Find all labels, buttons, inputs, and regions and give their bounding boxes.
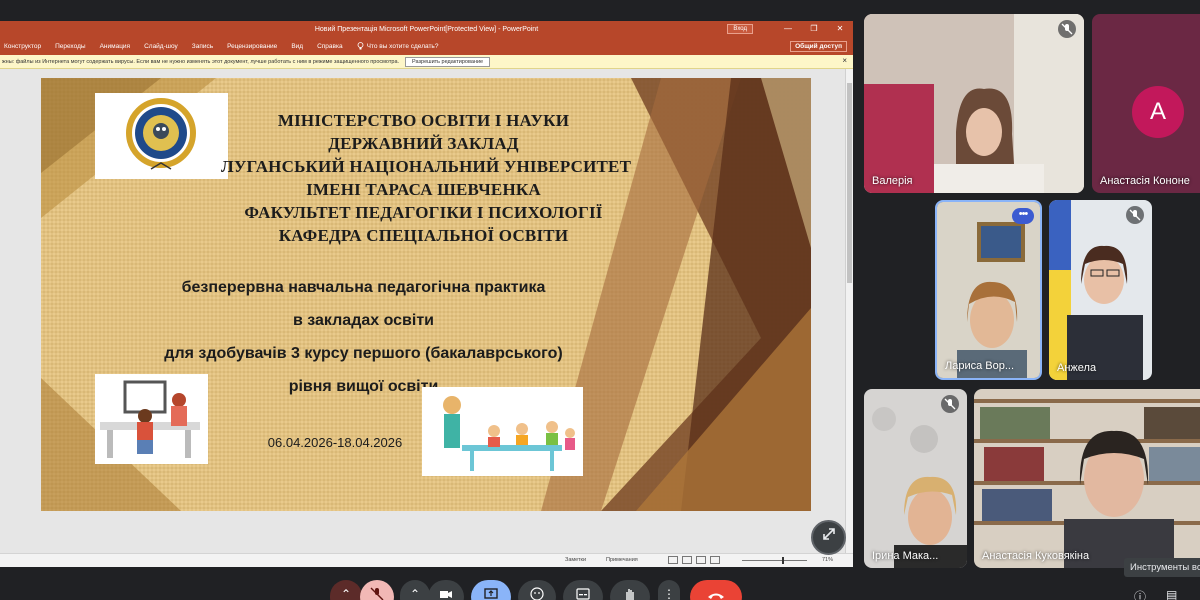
tools-tooltip: Инструменты вст xyxy=(1124,558,1200,577)
participant-name: Анжела xyxy=(1057,362,1097,374)
tab-view[interactable]: Вид xyxy=(291,43,303,50)
ppt-ribbon-tabs: Конструктор Переходы Анимация Слайд-шоу … xyxy=(0,37,853,55)
tab-design[interactable]: Конструктор xyxy=(4,43,41,50)
notes-button[interactable]: Заметки xyxy=(565,557,586,563)
participant-video xyxy=(864,389,967,568)
participant-tile[interactable]: Анжела xyxy=(1049,200,1152,380)
university-logo xyxy=(95,93,228,179)
heading-line: МІНІСТЕРСТВО ОСВІТИ І НАУКИ xyxy=(277,111,570,130)
tab-help[interactable]: Справка xyxy=(317,43,343,50)
participant-tile[interactable]: Валерія xyxy=(864,14,1084,193)
university-emblem-icon xyxy=(126,98,196,170)
minimize-icon[interactable]: — xyxy=(775,21,801,37)
window-controls: — ❐ ✕ xyxy=(775,21,853,37)
subtitle-line: для здобувачів 3 курсу першого (бакалавр… xyxy=(164,345,563,362)
restore-icon[interactable]: ❐ xyxy=(801,21,827,37)
heading-line: ІМЕНІ ТАРАСА ШЕВЧЕНКА xyxy=(306,180,541,199)
participant-tile[interactable]: Ірина Мака... xyxy=(864,389,967,568)
avatar: А xyxy=(1132,86,1184,138)
tab-record[interactable]: Запись xyxy=(192,43,213,50)
tab-review[interactable]: Рецензирование xyxy=(227,43,277,50)
students-illustration xyxy=(95,374,208,464)
meet-window: Новий Презентація Microsoft PowerPoint[P… xyxy=(0,0,1200,600)
tab-transitions[interactable]: Переходы xyxy=(55,43,86,50)
protected-view-message: жны: файлы из Интернета могут содержать … xyxy=(2,58,400,65)
participant-video xyxy=(974,389,1200,568)
participant-name: Анастасія Кононе xyxy=(1100,175,1190,187)
normal-view-icon[interactable] xyxy=(668,556,678,564)
more-options-button[interactable]: ⋮ xyxy=(658,580,680,600)
present-button[interactable] xyxy=(471,580,511,600)
comments-button[interactable]: Примечания xyxy=(606,557,638,563)
raise-hand-button[interactable] xyxy=(610,580,650,600)
hang-up-icon xyxy=(708,593,724,599)
kindergarten-image-icon xyxy=(443,396,575,471)
ppt-title: Новий Презентація Microsoft PowerPoint[P… xyxy=(314,25,539,33)
practice-dates: 06.04.2026-18.04.2026 xyxy=(267,435,403,450)
camera-icon xyxy=(440,591,452,598)
camera-button[interactable] xyxy=(428,580,464,600)
lightbulb-icon xyxy=(357,42,363,50)
emoji-button[interactable] xyxy=(518,580,556,600)
present-screen-icon xyxy=(484,588,498,599)
mic-off-icon xyxy=(370,587,384,600)
participant-name: Лариса Вор... xyxy=(945,360,1015,372)
mic-options-button[interactable]: ⌃ xyxy=(400,580,430,600)
ppt-titlebar: Новий Презентація Microsoft PowerPoint[P… xyxy=(0,21,853,37)
mic-off-icon xyxy=(1058,20,1076,38)
slide-heading: МІНІСТЕРСТВО ОСВІТИ І НАУКИ ДЕРЖАВНИЙ ЗА… xyxy=(221,109,632,247)
close-bar-icon[interactable]: × xyxy=(842,56,847,65)
info-icon[interactable]: ⓘ xyxy=(1134,588,1146,600)
tell-me-text: Что вы хотите сделать? xyxy=(366,42,439,50)
slide: МІНІСТЕРСТВО ОСВІТИ І НАУКИ ДЕРЖАВНИЙ ЗА… xyxy=(41,78,811,511)
mic-off-icon xyxy=(941,395,959,413)
expand-icon[interactable] xyxy=(811,520,846,555)
caret-up-button[interactable]: ⌃ xyxy=(330,580,362,600)
ppt-status-bar: Заметки Примечания 71% xyxy=(0,553,853,567)
heading-line: ДЕРЖАВНИЙ ЗАКЛАД xyxy=(328,134,519,153)
more-options-icon[interactable]: ••• xyxy=(1012,208,1034,224)
heading-line: КАФЕДРА СПЕЦІАЛЬНОЇ ОСВІТИ xyxy=(278,226,569,245)
captions-button[interactable] xyxy=(563,580,603,600)
teacher-kids-illustration xyxy=(422,387,583,476)
participant-name: Ірина Мака... xyxy=(872,550,939,562)
participant-tile[interactable]: А Анастасія Кононе xyxy=(1092,14,1200,193)
close-icon[interactable]: ✕ xyxy=(827,21,853,37)
mic-toggle-button[interactable] xyxy=(360,580,394,600)
vertical-scrollbar[interactable] xyxy=(845,69,853,553)
chat-icon[interactable]: ▤ xyxy=(1166,588,1177,600)
mic-off-icon xyxy=(1126,206,1144,224)
slideshow-view-icon[interactable] xyxy=(710,556,720,564)
subtitle-line: в закладах освіти xyxy=(293,312,434,329)
emoji-icon xyxy=(530,587,544,600)
view-buttons xyxy=(668,556,720,564)
participant-tile-speaking[interactable]: ••• Лариса Вор... xyxy=(935,200,1042,380)
reading-view-icon[interactable] xyxy=(696,556,706,564)
zoom-level[interactable]: 71% xyxy=(822,557,833,563)
captions-icon xyxy=(576,588,590,600)
participant-video xyxy=(864,14,1084,193)
shared-screen: Новий Презентація Microsoft PowerPoint[P… xyxy=(0,21,853,567)
heading-line: ЛУГАНСЬКИЙ НАЦІОНАЛЬНИЙ УНІВЕРСИТЕТ xyxy=(221,157,632,176)
classroom-image-icon xyxy=(100,380,200,458)
share-button[interactable]: Общий доступ xyxy=(790,41,847,52)
leave-call-button[interactable] xyxy=(690,580,742,600)
protected-view-bar: жны: файлы из Интернета могут содержать … xyxy=(0,55,853,69)
participant-video xyxy=(937,202,1040,378)
hand-icon xyxy=(626,589,634,600)
zoom-slider[interactable] xyxy=(742,557,807,564)
enable-editing-button[interactable]: Разрешить редактирование xyxy=(405,56,491,67)
participant-tile[interactable]: Анастасія Куковякіна xyxy=(974,389,1200,568)
participant-name: Валерія xyxy=(872,175,913,187)
heading-line: ФАКУЛЬТЕТ ПЕДАГОГІКИ І ПСИХОЛОГІЇ xyxy=(244,203,603,222)
tab-slideshow[interactable]: Слайд-шоу xyxy=(144,43,178,50)
subtitle-line: безперервна навчальна педагогічна практи… xyxy=(181,279,546,296)
expand-arrows-icon xyxy=(822,528,835,540)
login-button[interactable]: Вход xyxy=(727,24,753,34)
tab-animations[interactable]: Анимация xyxy=(100,43,131,50)
tell-me-box[interactable]: Что вы хотите сделать? xyxy=(357,42,439,50)
participant-name: Анастасія Куковякіна xyxy=(982,550,1090,562)
slide-sorter-icon[interactable] xyxy=(682,556,692,564)
participant-video xyxy=(1049,200,1152,380)
